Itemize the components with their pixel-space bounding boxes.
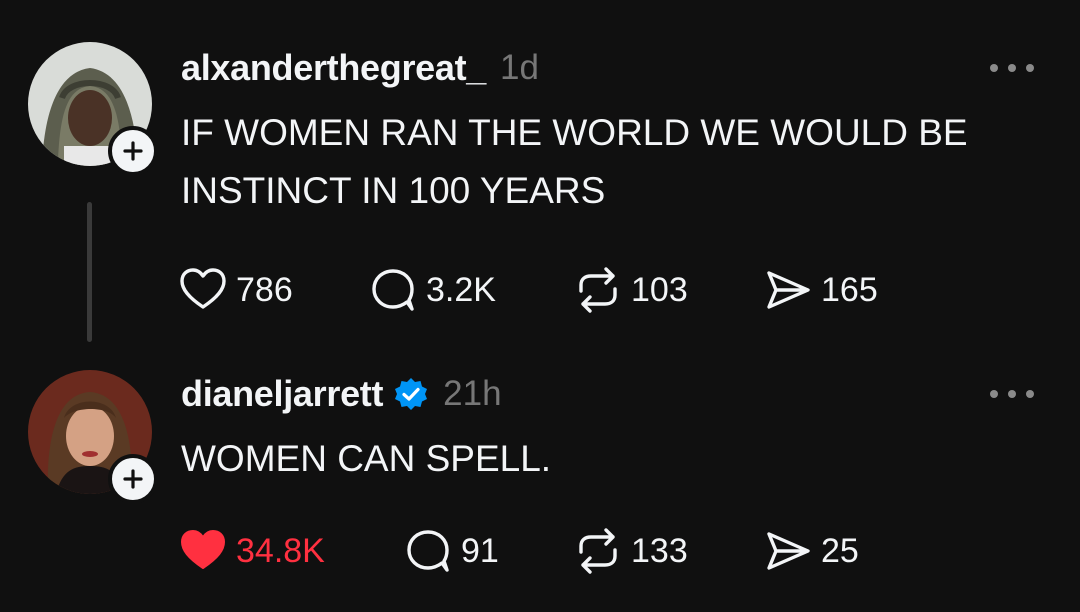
- plus-icon: [123, 469, 143, 489]
- post-header: dianeljarrett 21h: [181, 370, 502, 418]
- share-count: 165: [821, 270, 878, 309]
- share-icon: [767, 271, 810, 309]
- heart-icon: [181, 530, 225, 569]
- repost-icon: [579, 528, 617, 574]
- post-text: IF WOMEN RAN THE WORLD WE WOULD BE INSTI…: [181, 112, 968, 211]
- plus-icon: [123, 141, 143, 161]
- more-icon[interactable]: [990, 62, 1034, 74]
- follow-button[interactable]: [108, 454, 158, 504]
- heart-icon: [180, 268, 226, 309]
- reply-count: 3.2K: [426, 270, 496, 309]
- username[interactable]: dianeljarrett: [181, 373, 383, 415]
- share-icon: [767, 532, 810, 570]
- share-count: 25: [821, 531, 859, 570]
- reply-button[interactable]: 91: [403, 526, 499, 576]
- repost-count: 103: [631, 270, 688, 309]
- reply-count: 91: [461, 531, 499, 570]
- post-text: WOMEN CAN SPELL.: [181, 438, 552, 479]
- repost-button[interactable]: 103: [573, 265, 688, 315]
- repost-button[interactable]: 133: [573, 526, 688, 576]
- reply-button[interactable]: 3.2K: [368, 265, 496, 315]
- like-button[interactable]: 34.8K: [178, 526, 325, 576]
- post-header: alxanderthegreat_ 1d: [181, 44, 539, 92]
- follow-button[interactable]: [108, 126, 158, 176]
- like-button[interactable]: 786: [178, 265, 293, 315]
- repost-count: 133: [631, 531, 688, 570]
- username[interactable]: alxanderthegreat_: [181, 47, 486, 89]
- thread-post-reply: dianeljarrett 21h WOMEN CAN SPELL. 34.8K…: [0, 350, 1080, 612]
- verified-icon: [393, 376, 429, 412]
- reply-icon: [372, 269, 414, 311]
- share-button[interactable]: 165: [763, 265, 878, 315]
- share-button[interactable]: 25: [763, 526, 859, 576]
- timestamp: 1d: [500, 48, 539, 87]
- more-icon[interactable]: [990, 388, 1034, 400]
- repost-icon: [579, 267, 617, 313]
- thread-line: [87, 202, 92, 342]
- like-count: 34.8K: [236, 531, 325, 570]
- thread-post-parent: alxanderthegreat_ 1d IF WOMEN RAN THE WO…: [0, 0, 1080, 350]
- like-count: 786: [236, 270, 293, 309]
- timestamp: 21h: [443, 374, 502, 413]
- reply-icon: [407, 530, 449, 572]
